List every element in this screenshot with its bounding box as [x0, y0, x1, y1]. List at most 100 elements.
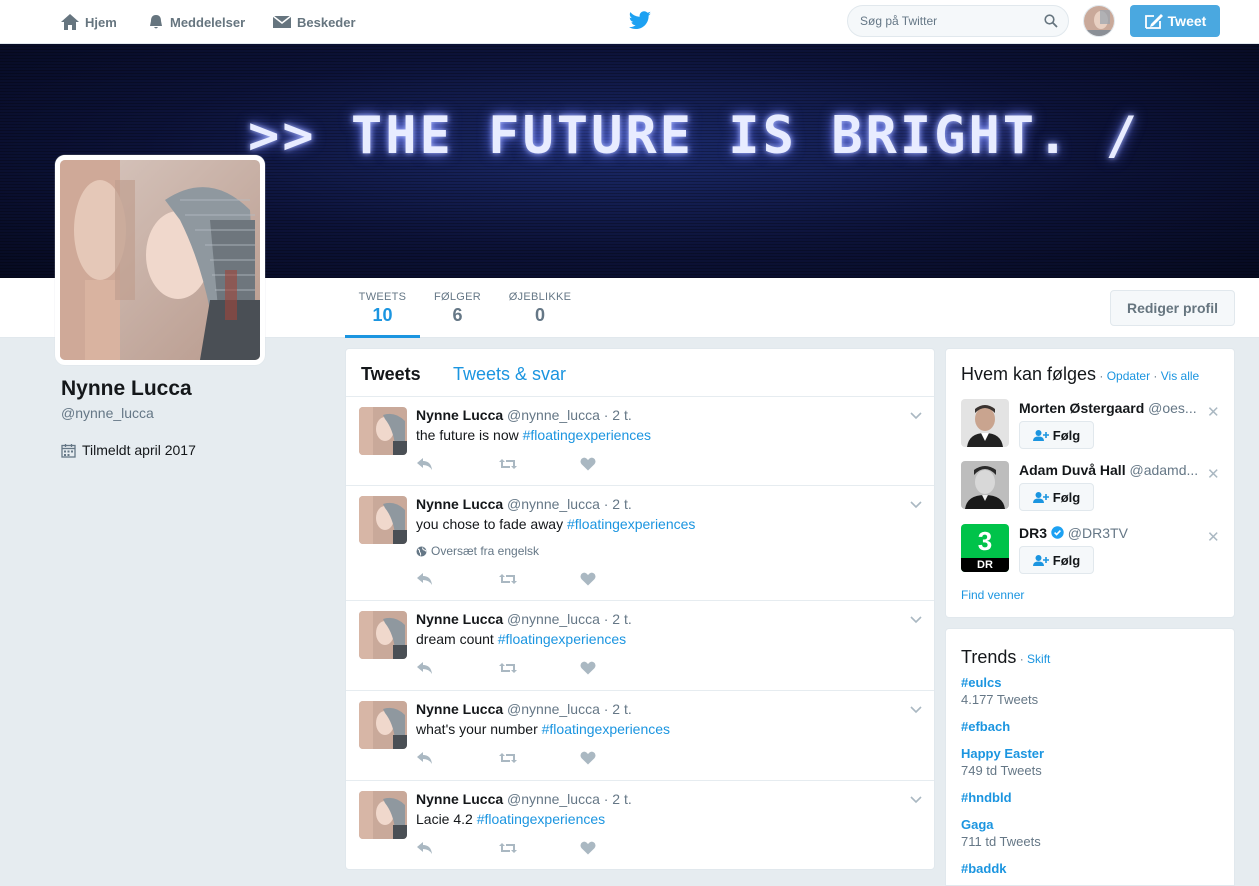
tweet-author-handle[interactable]: @nynne_lucca	[507, 791, 600, 807]
trend-name[interactable]: #eulcs	[961, 675, 1038, 690]
nav-notifications[interactable]: Meddelelser	[147, 0, 245, 44]
trend-name[interactable]: Happy Easter	[961, 746, 1044, 761]
profile-handle[interactable]: @nynne_lucca	[61, 405, 154, 421]
tweet-item[interactable]: Nynne Lucca @nynne_lucca · 2 t. the futur…	[346, 397, 934, 486]
account-avatar[interactable]	[1083, 5, 1115, 37]
view-all-link[interactable]: Vis alle	[1161, 369, 1199, 383]
tab-tweets[interactable]: Tweets	[361, 364, 421, 385]
stat-following-value: 6	[452, 305, 463, 325]
header-separator: ·	[1096, 369, 1107, 383]
tweet-item[interactable]: Nynne Lucca @nynne_lucca · 2 t. you chose…	[346, 486, 934, 601]
tweet-avatar[interactable]	[359, 701, 407, 749]
tweet-menu-chevron-icon[interactable]	[910, 701, 922, 717]
tweet-timestamp[interactable]: · 2 t.	[604, 701, 632, 717]
tweet-avatar[interactable]	[359, 496, 407, 544]
tab-tweets-and-replies[interactable]: Tweets & svar	[453, 364, 566, 385]
tweet-avatar[interactable]	[359, 407, 407, 455]
trend-item[interactable]: #baddk	[961, 861, 1007, 876]
reply-icon[interactable]	[416, 751, 434, 768]
search-input[interactable]	[860, 6, 1040, 36]
change-trends-link[interactable]: Skift	[1027, 652, 1050, 666]
tweet-author-handle[interactable]: @nynne_lucca	[507, 611, 600, 627]
trend-name[interactable]: #efbach	[961, 719, 1010, 734]
suggestion-avatar[interactable]: 3 DR	[961, 524, 1009, 572]
follow-button[interactable]: Følg	[1019, 421, 1094, 449]
tweet-timestamp[interactable]: · 2 t.	[604, 611, 632, 627]
trend-name[interactable]: #baddk	[961, 861, 1007, 876]
tweet-author-name[interactable]: Nynne Lucca	[416, 791, 503, 807]
tweet-timestamp[interactable]: · 2 t.	[604, 791, 632, 807]
tweet-item[interactable]: Nynne Lucca @nynne_lucca · 2 t. dream cou…	[346, 601, 934, 691]
tweet-hashtag[interactable]: #floatingexperiences	[567, 516, 695, 532]
tweet-timestamp[interactable]: · 2 t.	[604, 496, 632, 512]
like-heart-icon[interactable]	[580, 572, 596, 589]
reply-icon[interactable]	[416, 457, 434, 474]
tweet-text: the future is now #floatingexperiences	[416, 427, 651, 443]
stat-tweets[interactable]: TWEETS 10	[345, 278, 420, 338]
retweet-icon[interactable]	[498, 841, 518, 858]
suggestion-name[interactable]: Morten Østergaard @oes...	[1019, 400, 1199, 416]
suggestion-name[interactable]: Adam Duvå Hall @adamd...	[1019, 462, 1199, 478]
tweet-timestamp[interactable]: · 2 t.	[604, 407, 632, 423]
retweet-icon[interactable]	[498, 572, 518, 589]
suggestion-avatar[interactable]	[961, 399, 1009, 447]
tweet-author-handle[interactable]: @nynne_lucca	[507, 496, 600, 512]
find-friends-link[interactable]: Find venner	[961, 588, 1024, 602]
trend-name[interactable]: Gaga	[961, 817, 1041, 832]
suggestion-fullname: Adam Duvå Hall	[1019, 462, 1126, 478]
tweet-author-handle[interactable]: @nynne_lucca	[507, 407, 600, 423]
nav-messages[interactable]: Beskeder	[272, 0, 356, 44]
tweet-author-name[interactable]: Nynne Lucca	[416, 611, 503, 627]
like-heart-icon[interactable]	[580, 751, 596, 768]
tweet-hashtag[interactable]: #floatingexperiences	[523, 427, 651, 443]
suggestion-name[interactable]: DR3 @DR3TV	[1019, 525, 1199, 541]
like-heart-icon[interactable]	[580, 661, 596, 678]
tweet-author-name[interactable]: Nynne Lucca	[416, 496, 503, 512]
edit-profile-button[interactable]: Rediger profil	[1110, 290, 1235, 326]
refresh-link[interactable]: Opdater	[1107, 369, 1150, 383]
retweet-icon[interactable]	[498, 457, 518, 474]
follow-button[interactable]: Følg	[1019, 546, 1094, 574]
retweet-icon[interactable]	[498, 751, 518, 768]
tweet-menu-chevron-icon[interactable]	[910, 407, 922, 423]
trend-name[interactable]: #hndbld	[961, 790, 1012, 805]
nav-home[interactable]: Hjem	[60, 0, 117, 44]
like-heart-icon[interactable]	[580, 457, 596, 474]
translate-tweet-link[interactable]: Oversæt fra engelsk	[416, 544, 539, 558]
reply-icon[interactable]	[416, 661, 434, 678]
reply-icon[interactable]	[416, 841, 434, 858]
follow-button[interactable]: Følg	[1019, 483, 1094, 511]
tweet-hashtag[interactable]: #floatingexperiences	[498, 631, 626, 647]
tweet-body: the future is now	[416, 427, 523, 443]
dismiss-suggestion-icon[interactable]: ✕	[1207, 465, 1220, 483]
tweet-hashtag[interactable]: #floatingexperiences	[542, 721, 670, 737]
trend-item[interactable]: #efbach	[961, 719, 1010, 734]
tweet-menu-chevron-icon[interactable]	[910, 611, 922, 627]
search-icon[interactable]	[1044, 14, 1058, 31]
twitter-logo-icon[interactable]	[628, 10, 652, 35]
tweet-author-name[interactable]: Nynne Lucca	[416, 407, 503, 423]
tweet-avatar[interactable]	[359, 791, 407, 839]
tweet-avatar[interactable]	[359, 611, 407, 659]
trend-item[interactable]: Happy Easter 749 td Tweets	[961, 746, 1044, 778]
retweet-icon[interactable]	[498, 661, 518, 678]
tweet-item[interactable]: Nynne Lucca @nynne_lucca · 2 t. what's yo…	[346, 691, 934, 781]
trend-item[interactable]: #eulcs 4.177 Tweets	[961, 675, 1038, 707]
dismiss-suggestion-icon[interactable]: ✕	[1207, 403, 1220, 421]
tweet-author-name[interactable]: Nynne Lucca	[416, 701, 503, 717]
like-heart-icon[interactable]	[580, 841, 596, 858]
dismiss-suggestion-icon[interactable]: ✕	[1207, 528, 1220, 546]
tweet-hashtag[interactable]: #floatingexperiences	[477, 811, 605, 827]
reply-icon[interactable]	[416, 572, 434, 589]
compose-tweet-button[interactable]: Tweet	[1130, 5, 1220, 37]
profile-avatar[interactable]	[55, 155, 265, 365]
stat-following[interactable]: FØLGER 6	[425, 278, 490, 338]
stat-moments[interactable]: ØJEBLIKKE 0	[500, 278, 580, 338]
tweet-item[interactable]: Nynne Lucca @nynne_lucca · 2 t. Lacie 4.2…	[346, 781, 934, 869]
tweet-menu-chevron-icon[interactable]	[910, 496, 922, 512]
tweet-author-handle[interactable]: @nynne_lucca	[507, 701, 600, 717]
tweet-menu-chevron-icon[interactable]	[910, 791, 922, 807]
trend-item[interactable]: Gaga 711 td Tweets	[961, 817, 1041, 849]
suggestion-avatar[interactable]	[961, 461, 1009, 509]
trend-item[interactable]: #hndbld	[961, 790, 1012, 805]
